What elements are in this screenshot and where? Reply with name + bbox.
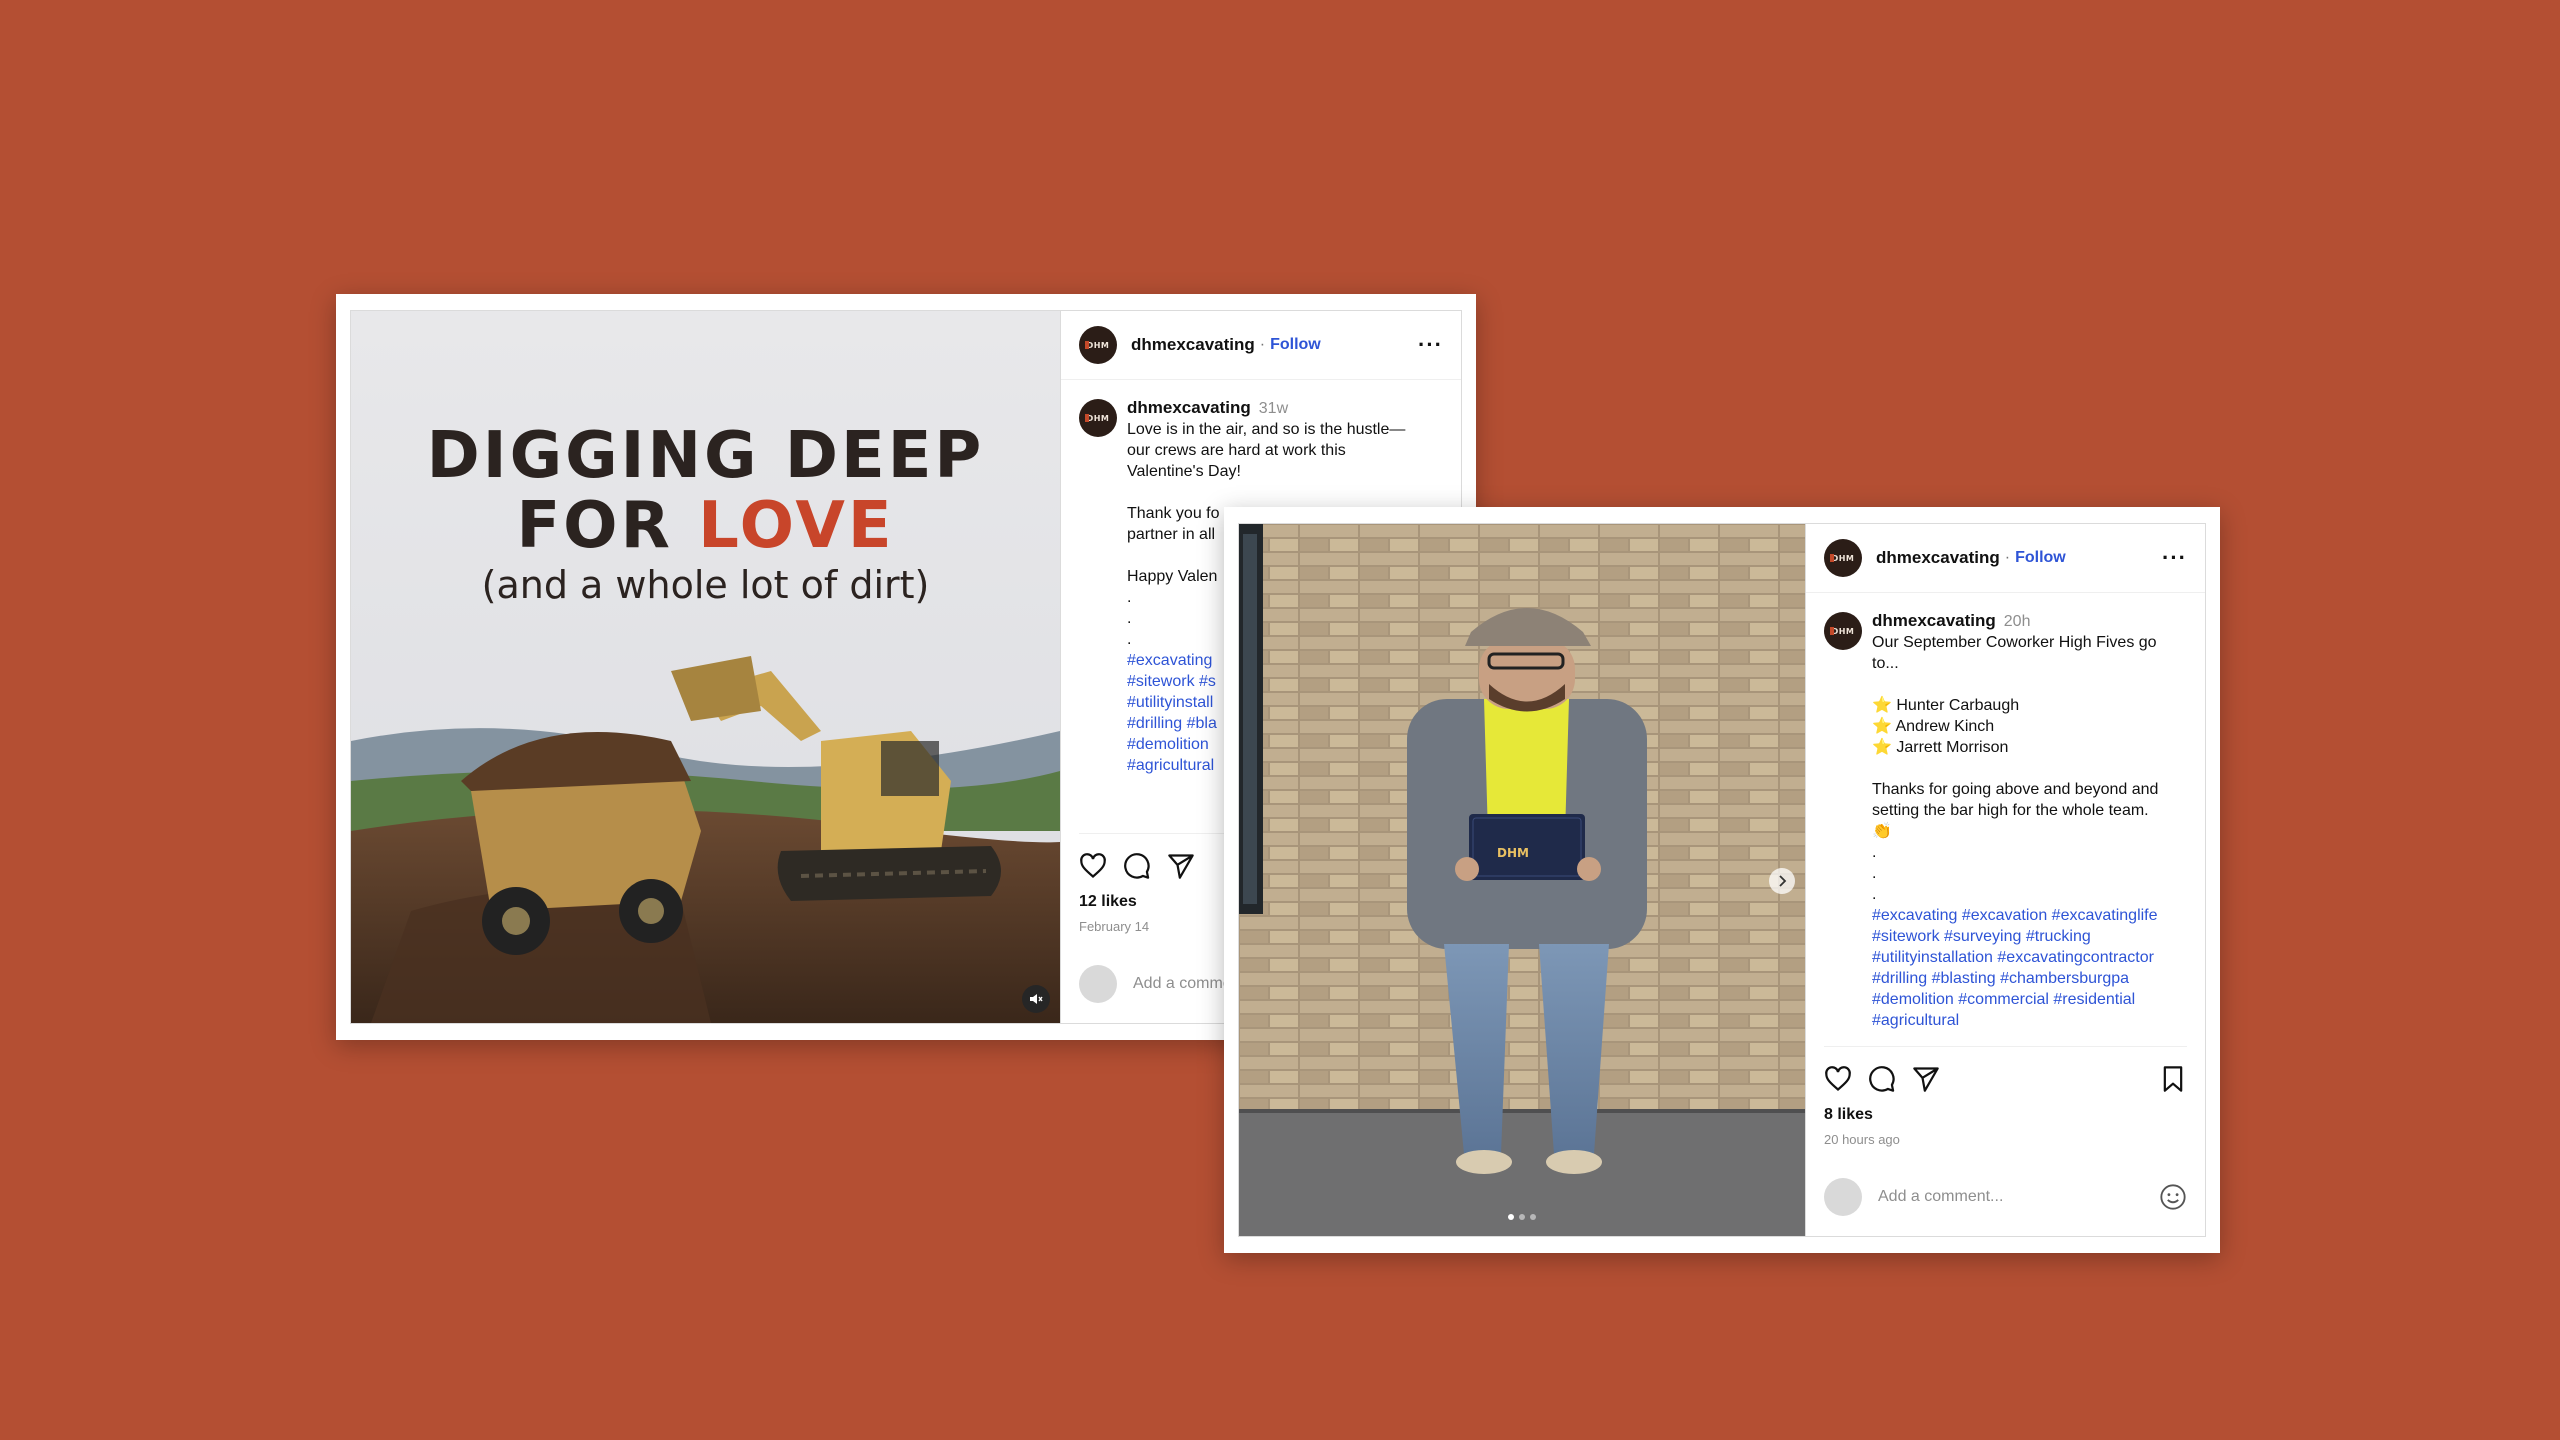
more-options-icon[interactable]: ··· <box>2162 547 2187 569</box>
likes-count[interactable]: 8 likes <box>1824 1106 1873 1124</box>
more-options-icon[interactable]: ··· <box>1418 334 1443 356</box>
avatar-logo-text: DHM <box>1831 553 1855 563</box>
caption-hashtags[interactable]: #excavating #sitework #s #utilityinstall… <box>1127 652 1217 774</box>
share-icon[interactable] <box>1912 1065 1940 1093</box>
headline-love: LOVE <box>698 489 895 563</box>
action-bar <box>1824 1046 2187 1093</box>
post-date: 20 hours ago <box>1824 1132 1900 1147</box>
bookmark-icon[interactable] <box>2159 1065 2187 1093</box>
carousel-dot <box>1519 1214 1525 1220</box>
mute-icon <box>1030 994 1043 1004</box>
carousel-dot <box>1530 1214 1536 1220</box>
avatar-logo-text: DHM <box>1086 340 1110 350</box>
caption-avatar[interactable]: DHM <box>1824 612 1862 650</box>
comment-row <box>1824 1178 2187 1216</box>
caption-block: DHM dhmexcavating 20h Our September Cowor… <box>1824 610 2187 1031</box>
headline-line-1: DIGGING DEEP <box>426 419 985 493</box>
comment-icon[interactable] <box>1868 1065 1896 1093</box>
post-date: February 14 <box>1079 919 1150 934</box>
profile-avatar[interactable]: DHM <box>1824 539 1862 577</box>
caption-hashtags[interactable]: #excavating #excavation #excavatinglife … <box>1872 907 2158 1029</box>
caption-body: dhmexcavating 20h Our September Coworker … <box>1872 610 2158 1031</box>
separator-dot: · <box>1259 336 1266 353</box>
caption-timestamp: 31w <box>1258 400 1289 417</box>
emoji-icon[interactable] <box>2159 1183 2187 1211</box>
post-card-high-fives: DHM DHM dhmexcavating · Follow ··· DHM d… <box>1224 507 2220 1253</box>
separator-dot: · <box>2004 549 2011 566</box>
follow-button[interactable]: Follow <box>1270 336 1321 354</box>
follow-button[interactable]: Follow <box>2015 549 2066 567</box>
header-username[interactable]: dhmexcavating <box>1131 335 1255 355</box>
comment-input[interactable] <box>1876 1187 2159 1207</box>
profile-avatar[interactable]: DHM <box>1079 326 1117 364</box>
header-username[interactable]: dhmexcavating <box>1876 548 2000 568</box>
like-heart-icon[interactable] <box>1824 1065 1852 1093</box>
employee-photo <box>1239 524 1805 1236</box>
carousel-dots <box>1239 1214 1805 1220</box>
caption-username[interactable]: dhmexcavating <box>1127 398 1251 417</box>
comment-icon[interactable] <box>1123 852 1151 880</box>
carousel-next-button[interactable] <box>1769 868 1795 894</box>
excavator-photo <box>351 311 1060 1023</box>
post-header: DHM dhmexcavating · Follow ··· <box>1806 524 2205 593</box>
share-icon[interactable] <box>1167 852 1195 880</box>
caption-timestamp: 20h <box>2003 613 2031 630</box>
mute-button[interactable] <box>1022 985 1050 1013</box>
image-headline: DIGGING DEEP FOR LOVE (and a whole lot o… <box>351 421 1060 609</box>
chevron-right-icon <box>1779 875 1787 887</box>
headline-line-3: (and a whole lot of dirt) <box>481 563 930 607</box>
post-image-valentines[interactable]: DIGGING DEEP FOR LOVE (and a whole lot o… <box>351 311 1060 1023</box>
headline-line-2: FOR LOVE <box>351 491 1060 561</box>
user-avatar-placeholder <box>1824 1178 1862 1216</box>
like-heart-icon[interactable] <box>1079 852 1107 880</box>
post-header: DHM dhmexcavating · Follow ··· <box>1061 311 1461 380</box>
caption-text: Our September Coworker High Fives go to.… <box>1872 634 2159 903</box>
caption-avatar[interactable]: DHM <box>1079 399 1117 437</box>
post-frame: DHM DHM dhmexcavating · Follow ··· DHM d… <box>1238 523 2206 1237</box>
carousel-dot-active <box>1508 1214 1514 1220</box>
user-avatar-placeholder <box>1079 965 1117 1003</box>
post-sidebar: DHM dhmexcavating · Follow ··· DHM dhmex… <box>1805 524 2205 1236</box>
avatar-logo-text: DHM <box>1086 413 1110 423</box>
caption-username[interactable]: dhmexcavating <box>1872 611 1996 630</box>
likes-count[interactable]: 12 likes <box>1079 893 1137 911</box>
avatar-logo-text: DHM <box>1831 626 1855 636</box>
post-image-high-fives[interactable]: DHM <box>1239 524 1805 1236</box>
headline-for: FOR <box>516 489 699 563</box>
certificate-logo: DHM <box>1497 846 1529 860</box>
